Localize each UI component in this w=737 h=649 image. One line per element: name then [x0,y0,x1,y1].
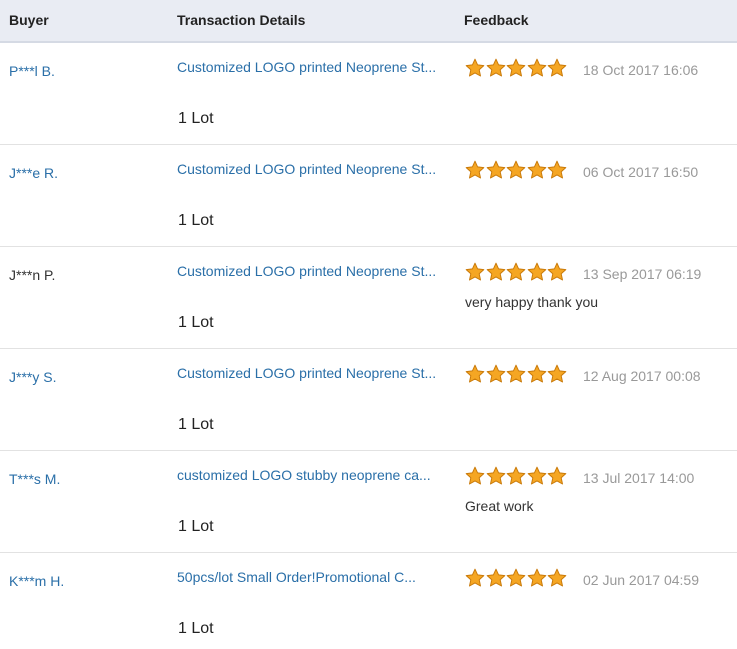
star-icon [486,58,505,77]
feedback-row: J***y S. Customized LOGO printed Neoprene… [0,349,737,451]
star-icon [547,466,567,485]
star-icon [486,160,505,179]
feedback-comment: Great work [465,498,534,514]
order-quantity: 1 Lot [178,212,214,229]
star-icon [527,160,546,179]
feedback-date: 12 Aug 2017 00:08 [583,368,701,384]
feedback-table-body: P***l B. Customized LOGO printed Neoprene… [0,43,737,649]
feedback-row: J***e R. Customized LOGO printed Neoprene… [0,145,737,247]
product-link[interactable]: Customized LOGO printed Neoprene St... [177,261,437,281]
star-icon [527,568,546,587]
product-link[interactable]: Customized LOGO printed Neoprene St... [177,363,437,383]
star-icon [506,466,526,485]
feedback-table-header: Buyer Transaction Details Feedback [0,0,737,43]
feedback-row: K***m H. 50pcs/lot Small Order!Promotiona… [0,553,737,649]
feedback-date: 13 Sep 2017 06:19 [583,266,702,282]
feedback-comment: very happy thank you [465,294,599,310]
star-icon [547,262,567,281]
order-quantity: 1 Lot [178,314,214,331]
star-icon [486,262,505,281]
star-icon [465,58,485,77]
feedback-row: J***n P. Customized LOGO printed Neoprene… [0,247,737,349]
transaction-details-column-header: Transaction Details [177,12,306,28]
feedback-row: P***l B. Customized LOGO printed Neoprene… [0,43,737,145]
order-quantity: 1 Lot [178,518,214,535]
star-icon [506,160,526,179]
star-icon [486,466,505,485]
star-rating [465,364,568,386]
buyer-name: J***n P. [9,267,56,283]
feedback-row: T***s M. customized LOGO stubby neoprene … [0,451,737,553]
star-rating [465,262,568,284]
star-icon [527,364,546,383]
feedback-date: 02 Jun 2017 04:59 [583,572,699,588]
star-rating [465,160,568,182]
star-rating [465,568,568,590]
buyer-name[interactable]: J***e R. [9,165,58,181]
order-quantity: 1 Lot [178,620,214,637]
buyer-name[interactable]: P***l B. [9,63,55,79]
star-icon [465,466,485,485]
feedback-column-header: Feedback [464,12,529,28]
order-quantity: 1 Lot [178,110,214,127]
star-icon [547,58,567,77]
order-quantity: 1 Lot [178,416,214,433]
star-rating [465,466,568,488]
star-icon [547,160,567,179]
star-icon [506,58,526,77]
feedback-date: 18 Oct 2017 16:06 [583,62,699,78]
star-icon [486,568,505,587]
star-icon [486,364,505,383]
feedback-date: 13 Jul 2017 14:00 [583,470,695,486]
star-icon [506,364,526,383]
buyer-name[interactable]: T***s M. [9,471,60,487]
star-icon [465,262,485,281]
star-icon [465,568,485,587]
product-link[interactable]: Customized LOGO printed Neoprene St... [177,159,437,179]
product-link[interactable]: customized LOGO stubby neoprene ca... [177,465,437,485]
buyer-name[interactable]: J***y S. [9,369,56,385]
feedback-date: 06 Oct 2017 16:50 [583,164,699,180]
star-icon [506,568,526,587]
star-icon [527,466,546,485]
star-icon [547,364,567,383]
star-icon [527,262,546,281]
star-icon [465,364,485,383]
product-link[interactable]: Customized LOGO printed Neoprene St... [177,57,437,77]
product-link[interactable]: 50pcs/lot Small Order!Promotional C... [177,567,437,587]
buyer-name[interactable]: K***m H. [9,573,64,589]
star-icon [506,262,526,281]
star-icon [527,58,546,77]
star-icon [547,568,567,587]
star-icon [465,160,485,179]
buyer-column-header: Buyer [9,12,49,28]
star-rating [465,58,568,80]
